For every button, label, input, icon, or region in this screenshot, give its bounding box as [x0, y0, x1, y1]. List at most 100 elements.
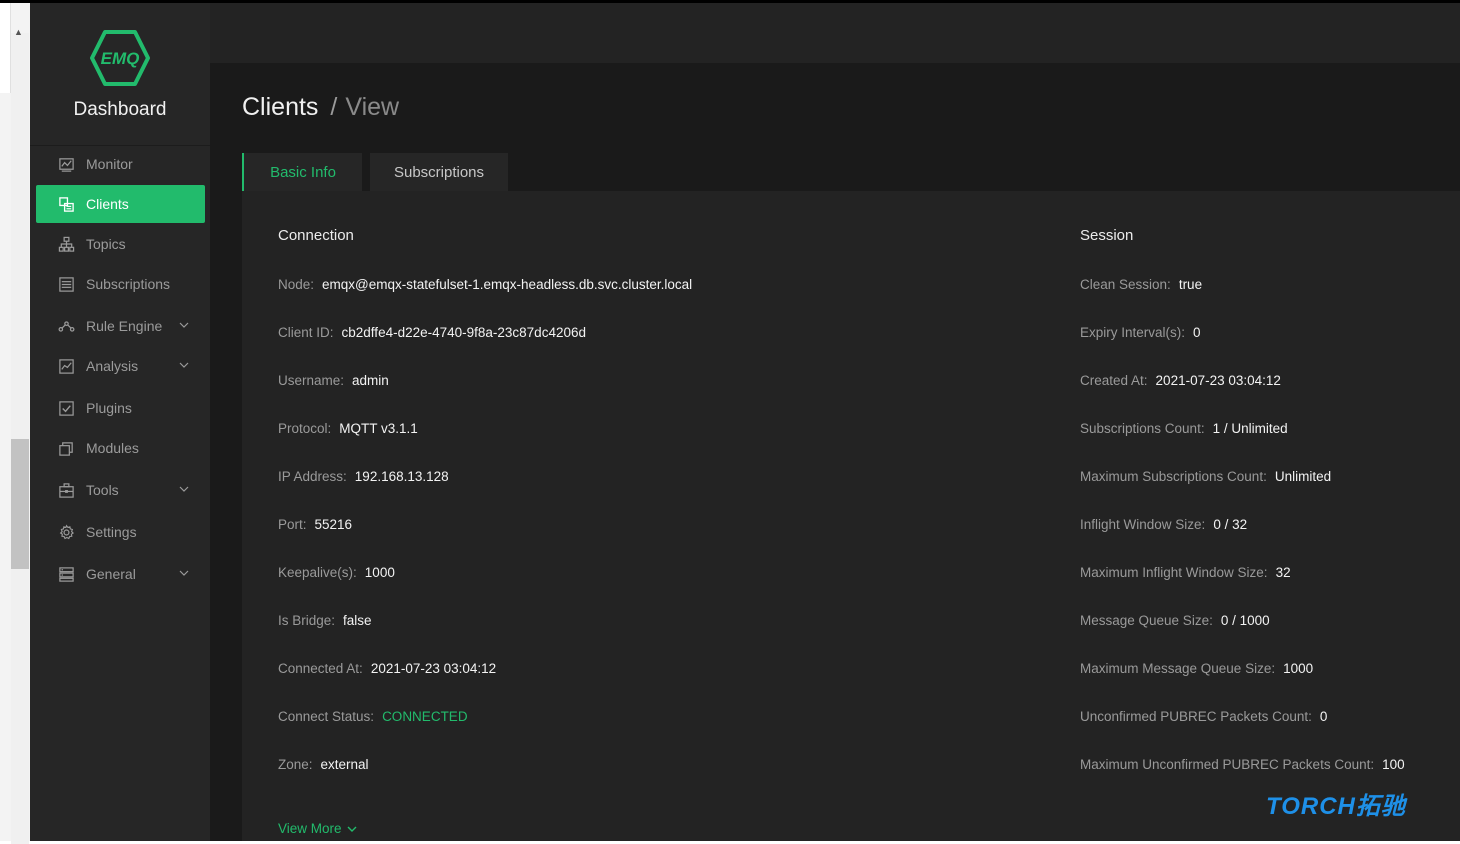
connection-field-row: Client ID: cb2dffe4-d22e-4740-9f8a-23c87d… [278, 325, 586, 340]
connection-field-row: Zone: external [278, 757, 369, 772]
logo-text: EMQ [101, 49, 140, 68]
subscriptions-icon [57, 275, 75, 293]
sidebar-item-label: Tools [86, 482, 119, 498]
sidebar-item-monitor[interactable]: Monitor [36, 145, 205, 183]
session-field-row: Unconfirmed PUBREC Packets Count: 0 [1080, 709, 1327, 724]
sidebar-item-general[interactable]: General [36, 555, 205, 593]
session-field-row: Inflight Window Size: 0 / 32 [1080, 517, 1247, 532]
session-field-row: Maximum Inflight Window Size: 32 [1080, 565, 1291, 580]
field-label: Unconfirmed PUBREC Packets Count: [1080, 709, 1312, 724]
sidebar-item-label: General [86, 566, 136, 582]
sidebar-item-topics[interactable]: Topics [36, 225, 205, 263]
sidebar-item-label: Topics [86, 236, 126, 252]
field-value: 1000 [1283, 661, 1314, 676]
tab-basic-info[interactable]: Basic Info [242, 153, 362, 191]
session-field-row: Expiry Interval(s): 0 [1080, 325, 1201, 340]
brand-title: Dashboard [73, 99, 167, 120]
breadcrumb-current: View [345, 93, 400, 121]
field-value: true [1178, 277, 1203, 292]
browser-edge [0, 3, 11, 93]
sidebar-item-label: Analysis [86, 358, 139, 374]
sidebar-item-label: Settings [86, 524, 137, 540]
connection-field-row: Is Bridge: false [278, 613, 372, 628]
connection-field-row: Username: admin [278, 373, 389, 388]
field-label: Maximum Unconfirmed PUBREC Packets Count… [1080, 757, 1375, 772]
scrollbar-thumb[interactable] [11, 439, 29, 569]
field-label: Is Bridge: [278, 613, 336, 628]
field-value: 1000 [364, 565, 395, 580]
session-field-row: Maximum Subscriptions Count: Unlimited [1080, 469, 1331, 484]
field-value: admin [352, 373, 389, 388]
field-value: 100 [1382, 757, 1405, 772]
session-field-row: Created At: 2021-07-23 03:04:12 [1080, 373, 1281, 388]
session-field-row: Maximum Message Queue Size: 1000 [1080, 661, 1313, 676]
field-label: Node: [278, 277, 315, 292]
field-value: 0 [1319, 709, 1328, 724]
field-label: IP Address: [278, 469, 347, 484]
scroll-up-arrow-icon[interactable]: ▲ [14, 27, 23, 37]
field-value: 192.168.13.128 [354, 469, 449, 484]
sidebar-item-label: Plugins [86, 400, 132, 416]
field-label: Subscriptions Count: [1080, 421, 1205, 436]
session-field-row: Subscriptions Count: 1 / Unlimited [1080, 421, 1288, 436]
connection-field-row: Protocol: MQTT v3.1.1 [278, 421, 418, 436]
field-label: Connected At: [278, 661, 363, 676]
field-label: Maximum Subscriptions Count: [1080, 469, 1267, 484]
session-field-row: Maximum Unconfirmed PUBREC Packets Count… [1080, 757, 1405, 772]
field-value: 2021-07-23 03:04:12 [370, 661, 497, 676]
field-value: 0 / 1000 [1220, 613, 1270, 628]
field-label: Client ID: [278, 325, 334, 340]
field-label: Port: [278, 517, 307, 532]
field-value: 0 / 32 [1213, 517, 1248, 532]
field-value: 55216 [314, 517, 353, 532]
view-more-link[interactable]: View More [278, 821, 357, 836]
sidebar-item-rule-engine[interactable]: Rule Engine [36, 307, 205, 345]
field-label: Maximum Inflight Window Size: [1080, 565, 1268, 580]
sidebar-item-modules[interactable]: Modules [36, 429, 205, 467]
field-value: external [320, 757, 369, 772]
breadcrumb-separator: / [330, 93, 338, 121]
logo-area[interactable]: EMQ Dashboard [30, 3, 210, 145]
general-icon [57, 565, 75, 583]
field-label: Zone: [278, 757, 313, 772]
tab-subscriptions[interactable]: Subscriptions [370, 153, 508, 191]
sidebar-item-plugins[interactable]: Plugins [36, 389, 205, 427]
field-value: 1 / Unlimited [1212, 421, 1288, 436]
modules-icon [57, 439, 75, 457]
analysis-icon [57, 357, 75, 375]
monitor-icon [57, 155, 75, 173]
connection-field-row: Node: emqx@emqx-statefulset-1.emqx-headle… [278, 277, 692, 292]
field-label: Keepalive(s): [278, 565, 357, 580]
breadcrumb-clients-link[interactable]: Clients [242, 93, 318, 121]
field-label: Message Queue Size: [1080, 613, 1213, 628]
sidebar-item-settings[interactable]: Settings [36, 513, 205, 551]
connection-field-row: IP Address: 192.168.13.128 [278, 469, 449, 484]
top-header-bar [210, 3, 1460, 63]
connection-field-row: Connect Status: CONNECTED [278, 709, 468, 724]
connect-status-badge: CONNECTED [382, 709, 468, 724]
browser-scrollbar-area: ▲ [0, 3, 30, 844]
field-value: 2021-07-23 03:04:12 [1155, 373, 1281, 388]
watermark-logo: TORCH拓驰 [1266, 793, 1406, 820]
connection-field-row: Keepalive(s): 1000 [278, 565, 395, 580]
connection-section-title: Connection [278, 227, 354, 244]
chevron-down-icon [179, 486, 189, 492]
client-info-card: Connection Session Node: emqx@emqx-statef… [242, 191, 1460, 841]
plugins-icon [57, 399, 75, 417]
clients-icon [57, 195, 75, 213]
sidebar-item-analysis[interactable]: Analysis [36, 347, 205, 385]
field-label: Inflight Window Size: [1080, 517, 1206, 532]
field-label: Protocol: [278, 421, 332, 436]
sidebar-item-subscriptions[interactable]: Subscriptions [36, 265, 205, 303]
sidebar: EMQ Dashboard Monitor Clients Topics Subscr… [30, 3, 210, 841]
settings-icon [57, 523, 75, 541]
field-label: Created At: [1080, 373, 1148, 388]
chevron-down-icon [179, 362, 189, 368]
field-label: Expiry Interval(s): [1080, 325, 1186, 340]
sidebar-item-tools[interactable]: Tools [36, 471, 205, 509]
sidebar-item-clients[interactable]: Clients [36, 185, 205, 223]
chevron-down-icon [179, 570, 189, 576]
tab-basic-info-label: Basic Info [270, 163, 336, 181]
sidebar-item-label: Rule Engine [86, 318, 163, 334]
field-value: cb2dffe4-d22e-4740-9f8a-23c87dc4206d [341, 325, 586, 340]
